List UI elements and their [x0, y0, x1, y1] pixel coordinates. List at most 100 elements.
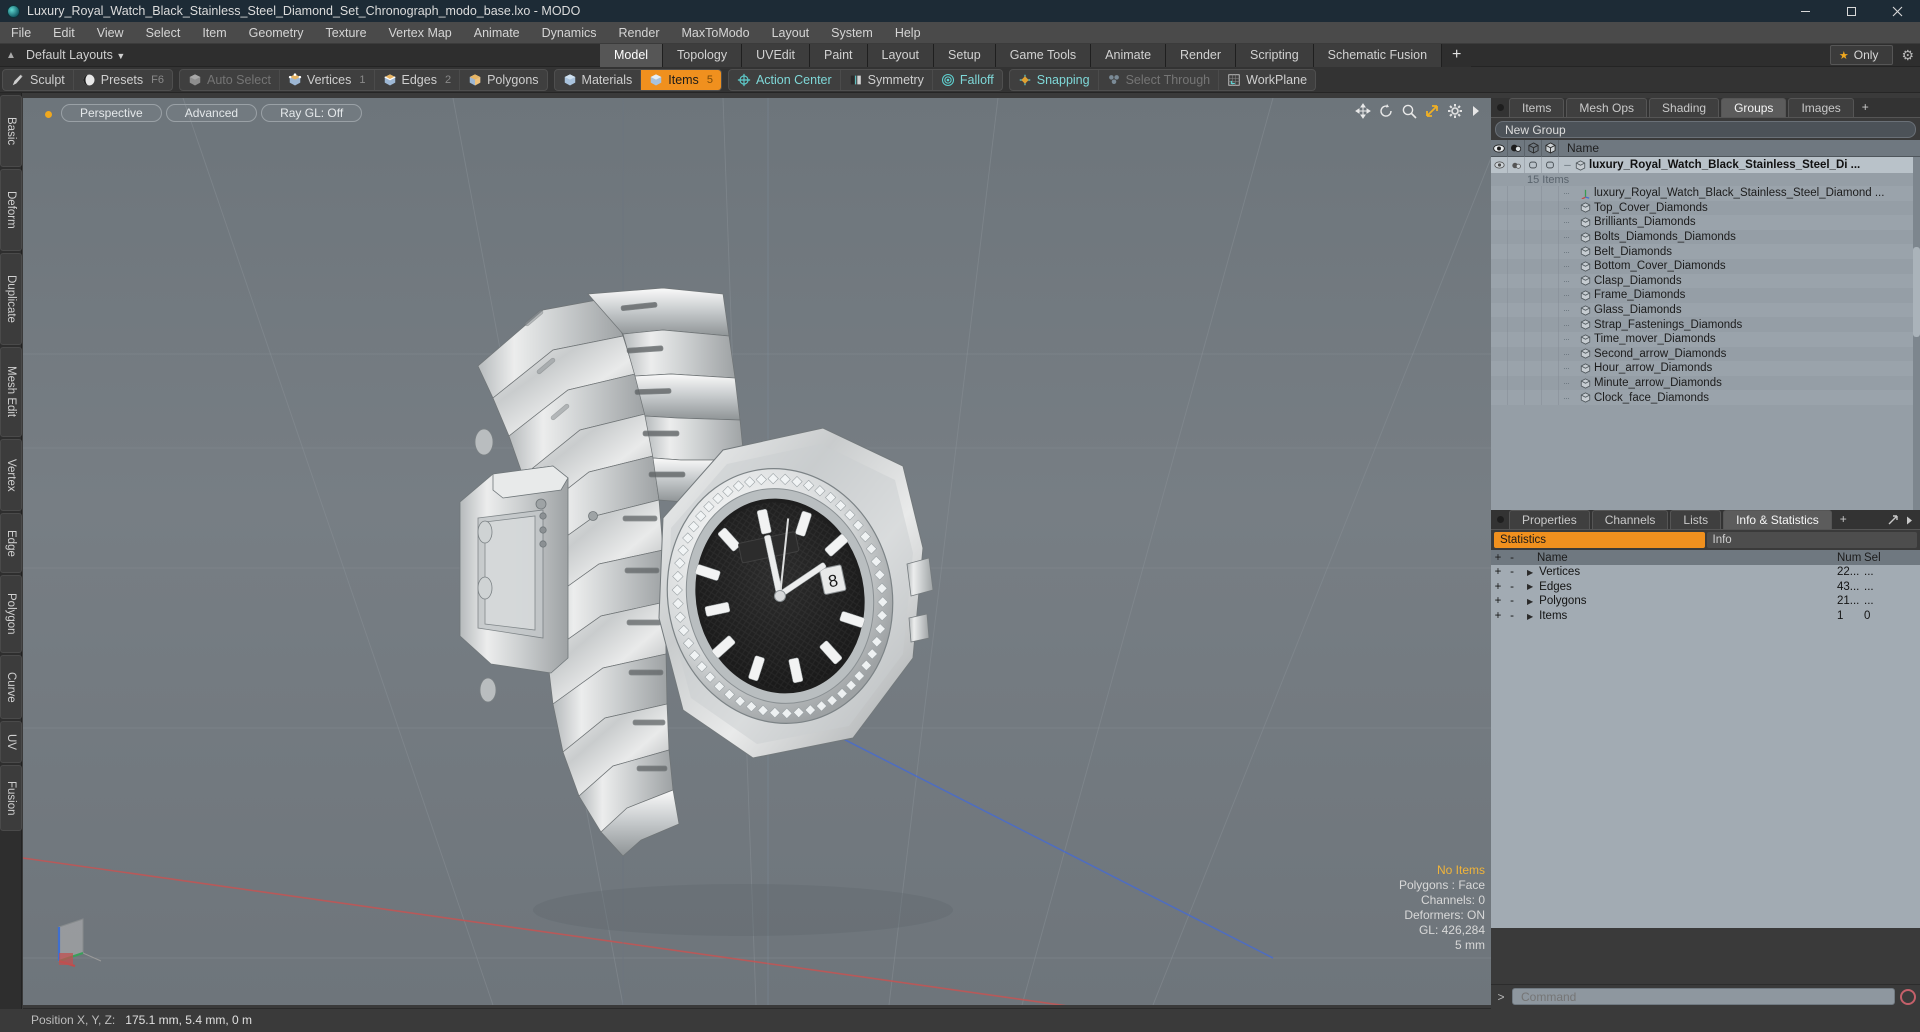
row-add-button[interactable]: +: [1491, 581, 1505, 593]
item-list-scrollbar[interactable]: [1913, 157, 1920, 557]
menu-system[interactable]: System: [820, 22, 884, 44]
tab-lists[interactable]: Lists: [1670, 510, 1722, 529]
menu-geometry[interactable]: Geometry: [238, 22, 315, 44]
fit-icon[interactable]: [1424, 103, 1440, 119]
row-remove-button[interactable]: -: [1505, 581, 1519, 593]
action-center-button[interactable]: Action Center: [729, 69, 841, 90]
left-tab-fusion[interactable]: Fusion: [0, 765, 22, 831]
scrollbar-thumb[interactable]: [1913, 247, 1920, 337]
snapping-button[interactable]: Snapping: [1010, 69, 1099, 90]
tab-items[interactable]: Items: [1509, 98, 1565, 117]
menu-render[interactable]: Render: [608, 22, 671, 44]
tab-groups[interactable]: Groups: [1721, 98, 1787, 117]
panel-menu-dot-icon[interactable]: [1497, 104, 1504, 111]
left-tab-uv[interactable]: UV: [0, 721, 22, 763]
list-item[interactable]: ··· Second_arrow_Diamonds: [1491, 346, 1920, 362]
expand-triangle-icon[interactable]: ▶: [1527, 582, 1533, 591]
menu-item[interactable]: Item: [191, 22, 237, 44]
materials-button[interactable]: Materials: [555, 69, 642, 90]
row-remove-button[interactable]: -: [1505, 566, 1519, 578]
polygons-button[interactable]: Polygons: [460, 70, 546, 90]
layout-tab-setup[interactable]: Setup: [934, 44, 996, 67]
only-button[interactable]: ★ Only: [1829, 45, 1894, 65]
list-item[interactable]: ··· Brilliants_Diamonds: [1491, 215, 1920, 230]
menu-layout[interactable]: Layout: [761, 22, 821, 44]
select-through-button[interactable]: Select Through: [1099, 69, 1220, 90]
vertices-button[interactable]: Vertices 1: [280, 69, 375, 90]
list-item[interactable]: ··· Strap_Fastenings_Diamonds: [1491, 317, 1920, 332]
layout-tab-uvedit[interactable]: UVEdit: [742, 44, 810, 67]
list-item[interactable]: ··· Clock_face_Diamonds: [1491, 390, 1920, 405]
table-row[interactable]: + - ▶ Vertices 22... ...: [1491, 565, 1920, 580]
list-item[interactable]: ··· Time_mover_Diamonds: [1491, 331, 1920, 347]
default-layouts-dropdown[interactable]: Default Layouts ▼: [22, 48, 129, 62]
layout-tab-topology[interactable]: Topology: [663, 44, 743, 67]
layout-tab-model[interactable]: Model: [600, 44, 664, 67]
list-item[interactable]: ··· luxury_Royal_Watch_Black_Stainless_S…: [1491, 186, 1920, 201]
falloff-button[interactable]: Falloff: [933, 70, 1002, 90]
chevron-right-icon[interactable]: [1905, 515, 1914, 526]
menu-select[interactable]: Select: [135, 22, 192, 44]
left-tab-mesh-edit[interactable]: Mesh Edit: [0, 347, 22, 437]
table-row[interactable]: + - ▶ Edges 43... ...: [1491, 580, 1920, 595]
expand-triangle-icon[interactable]: ▶: [1527, 597, 1533, 606]
gear-icon[interactable]: [1447, 103, 1463, 119]
auto-select-button[interactable]: Auto Select: [180, 69, 280, 90]
sculpt-button[interactable]: Sculpt: [3, 69, 74, 90]
items-button[interactable]: Items 5: [641, 69, 721, 90]
menu-vertex-map[interactable]: Vertex Map: [378, 22, 463, 44]
item-list[interactable]: ─ luxury_Royal_Watch_Black_Stainless_Ste…: [1491, 157, 1920, 557]
row-add-button[interactable]: +: [1491, 595, 1505, 607]
workplane-button[interactable]: WorkPlane: [1219, 70, 1315, 90]
shaded-cube-icon[interactable]: [1542, 139, 1559, 157]
menu-animate[interactable]: Animate: [463, 22, 531, 44]
layout-tab-scripting[interactable]: Scripting: [1236, 44, 1314, 67]
menu-dynamics[interactable]: Dynamics: [531, 22, 608, 44]
tab-info-statistics[interactable]: Info & Statistics: [1723, 510, 1832, 529]
row-render-toggle[interactable]: [1508, 157, 1525, 173]
left-tab-vertex[interactable]: Vertex: [0, 439, 22, 511]
layout-tab-animate[interactable]: Animate: [1091, 44, 1167, 67]
close-button[interactable]: [1874, 0, 1920, 22]
layout-tab-game-tools[interactable]: Game Tools: [995, 44, 1092, 67]
list-item[interactable]: ··· Bolts_Diamonds_Diamonds: [1491, 229, 1920, 245]
gear-icon[interactable]: ⚙: [1901, 47, 1914, 64]
row-remove-button[interactable]: -: [1505, 610, 1519, 622]
item-list-root-row[interactable]: ─ luxury_Royal_Watch_Black_Stainless_Ste…: [1491, 157, 1920, 173]
row-remove-button[interactable]: -: [1505, 595, 1519, 607]
expand-triangle-icon[interactable]: ▶: [1527, 612, 1533, 621]
minimize-button[interactable]: [1782, 0, 1828, 22]
list-item[interactable]: ··· Glass_Diamonds: [1491, 302, 1920, 318]
3d-viewport[interactable]: 8 Perspective Advanced Ray GL: Off No It…: [23, 98, 1491, 1005]
maximize-button[interactable]: [1828, 0, 1874, 22]
list-item[interactable]: ··· Hour_arrow_Diamonds: [1491, 361, 1920, 376]
layout-expand-icon[interactable]: ▲: [0, 50, 22, 61]
wireframe-cube-icon[interactable]: [1525, 139, 1542, 157]
row-eye-toggle[interactable]: [1491, 186, 1508, 201]
list-item[interactable]: ··· Minute_arrow_Diamonds: [1491, 375, 1920, 391]
row-shade-toggle[interactable]: [1542, 186, 1559, 201]
row-render-toggle[interactable]: [1508, 186, 1525, 201]
render-visibility-icon[interactable]: [1508, 139, 1525, 157]
layout-tab-paint[interactable]: Paint: [810, 44, 868, 67]
chevron-right-icon[interactable]: [1470, 104, 1481, 118]
list-item[interactable]: ··· Frame_Diamonds: [1491, 288, 1920, 303]
list-item[interactable]: ··· Bottom_Cover_Diamonds: [1491, 258, 1920, 274]
menu-help[interactable]: Help: [884, 22, 932, 44]
row-add-button[interactable]: +: [1491, 566, 1505, 578]
menu-texture[interactable]: Texture: [315, 22, 378, 44]
table-row[interactable]: + - ▶ Items 1 0: [1491, 609, 1920, 624]
list-item[interactable]: ··· Belt_Diamonds: [1491, 244, 1920, 259]
left-tab-curve[interactable]: Curve: [0, 655, 22, 719]
edges-button[interactable]: Edges 2: [375, 69, 461, 90]
list-item[interactable]: ··· Clasp_Diamonds: [1491, 273, 1920, 289]
command-input[interactable]: [1512, 988, 1895, 1005]
layout-tab-layout[interactable]: Layout: [867, 44, 935, 67]
new-group-field[interactable]: New Group: [1495, 121, 1916, 138]
tab-images[interactable]: Images: [1788, 98, 1854, 117]
symmetry-button[interactable]: Symmetry: [841, 69, 933, 90]
info-toggle-button[interactable]: Info: [1706, 532, 1917, 548]
panel-menu-dot-icon[interactable]: [1497, 516, 1504, 523]
root-item-row[interactable]: ─ luxury_Royal_Watch_Black_Stainless_Ste…: [1559, 159, 1860, 171]
expand-icon[interactable]: [1887, 514, 1899, 526]
